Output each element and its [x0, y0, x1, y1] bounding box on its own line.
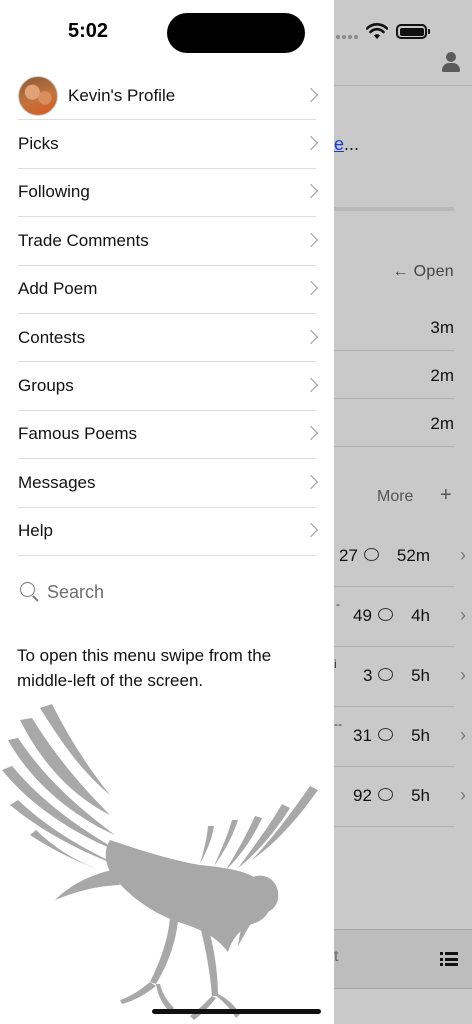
- avatar: [18, 75, 58, 116]
- menu-item-label: Trade Comments: [18, 230, 149, 250]
- home-indicator: [152, 1009, 321, 1014]
- chevron-right-icon: [303, 87, 319, 102]
- poem-age: 4h: [411, 606, 430, 625]
- comment-bubble-icon: [378, 788, 393, 801]
- menu-item-label: Famous Poems: [18, 424, 138, 444]
- activity-time: 2m: [430, 414, 454, 433]
- raven-illustration: [2, 704, 318, 1020]
- menu-item-messages[interactable]: Messages: [18, 459, 319, 508]
- poem-row[interactable]: i 3 5h ›: [334, 647, 466, 707]
- add-button[interactable]: +: [440, 484, 452, 507]
- comment-count: 31: [353, 726, 372, 745]
- comment-bubble-icon: [378, 668, 393, 681]
- battery-icon: [396, 24, 427, 39]
- search-input[interactable]: Search: [20, 580, 104, 604]
- comment-bubble-icon: [378, 608, 393, 621]
- poem-row[interactable]: 27 52m ›: [334, 527, 466, 587]
- poem-row[interactable]: 92 5h ›: [334, 767, 466, 827]
- menu-item-add-poem[interactable]: Add Poem: [18, 266, 319, 314]
- chevron-right-icon: [303, 523, 319, 538]
- dynamic-island: [167, 13, 305, 53]
- chevron-right-icon: ›: [460, 545, 466, 565]
- poem-row[interactable]: -- 31 5h ›: [334, 707, 466, 767]
- comment-count: 3: [363, 666, 373, 685]
- menu-item-trade-comments[interactable]: Trade Comments: [18, 217, 319, 266]
- chevron-right-icon: [303, 184, 319, 199]
- poem-title-fragment: i: [334, 657, 337, 671]
- chevron-right-icon: [303, 426, 319, 441]
- chevron-right-icon: [303, 474, 319, 489]
- menu-item-label: Following: [18, 182, 90, 202]
- wifi-icon: [366, 23, 388, 39]
- comment-count: 49: [353, 606, 372, 625]
- activity-row[interactable]: 2m: [334, 399, 454, 447]
- menu-item-label: Help: [18, 521, 53, 541]
- user-icon[interactable]: [442, 52, 460, 72]
- poem-title-fragment: -: [336, 597, 340, 611]
- cellular-signal-icon: [336, 35, 358, 39]
- chevron-right-icon: [303, 136, 319, 151]
- menu-item-following[interactable]: Following: [18, 169, 319, 218]
- menu-item-label: Add Poem: [18, 279, 98, 299]
- comment-bubble-icon: [364, 548, 379, 561]
- activity-time: 3m: [430, 318, 454, 337]
- menu-item-groups[interactable]: Groups: [18, 362, 319, 411]
- menu-item-label: Contests: [18, 327, 86, 347]
- more-button[interactable]: More: [377, 488, 413, 506]
- chevron-right-icon: [303, 232, 319, 247]
- open-label[interactable]: ← Open: [393, 263, 454, 281]
- poem-age: 5h: [411, 786, 430, 805]
- activity-row[interactable]: 2m: [334, 351, 454, 399]
- poem-age: 5h: [411, 726, 430, 745]
- poem-row[interactable]: - 49 4h ›: [334, 587, 466, 647]
- chevron-right-icon: ›: [460, 725, 466, 745]
- swipe-hint-text: To open this menu swipe from the middle-…: [17, 646, 272, 690]
- status-time: 5:02: [68, 20, 109, 42]
- menu-item-contests[interactable]: Contests: [18, 314, 319, 363]
- comment-bubble-icon: [378, 728, 393, 741]
- chevron-right-icon: [303, 377, 319, 393]
- menu-list: Kevin's Profile Picks Following Trade Co…: [18, 72, 319, 556]
- battery-tip: [428, 29, 430, 34]
- activity-row[interactable]: 3m: [334, 303, 454, 351]
- toolbar-label-fragment: t: [334, 948, 339, 965]
- menu-item-label: Kevin's Profile: [68, 85, 176, 105]
- background-link[interactable]: e...: [334, 134, 359, 155]
- comment-count: 92: [353, 786, 372, 805]
- chevron-right-icon: [303, 329, 319, 344]
- menu-item-help[interactable]: Help: [18, 508, 319, 556]
- chevron-right-icon: ›: [460, 605, 466, 625]
- menu-item-label: Picks: [18, 134, 59, 154]
- poem-age: 52m: [396, 546, 430, 565]
- search-placeholder: Search: [47, 581, 105, 602]
- chevron-right-icon: ›: [460, 665, 466, 685]
- chevron-right-icon: [303, 281, 319, 296]
- poem-title-fragment: --: [334, 717, 342, 731]
- bottom-toolbar: t: [334, 929, 472, 989]
- search-icon: [20, 582, 40, 602]
- activity-time: 2m: [430, 366, 454, 385]
- section-divider: [334, 207, 454, 211]
- menu-item-famous-poems[interactable]: Famous Poems: [18, 411, 319, 460]
- menu-item-label: Messages: [18, 472, 96, 492]
- list-icon[interactable]: [440, 952, 458, 966]
- comment-count: 27: [339, 546, 358, 565]
- chevron-right-icon: ›: [460, 785, 466, 805]
- side-menu-drawer: Kevin's Profile Picks Following Trade Co…: [0, 0, 334, 1024]
- menu-item-profile[interactable]: Kevin's Profile: [18, 72, 319, 121]
- poem-age: 5h: [411, 666, 430, 685]
- menu-item-picks[interactable]: Picks: [18, 120, 319, 169]
- background-header: [334, 38, 472, 86]
- menu-item-label: Groups: [18, 376, 74, 396]
